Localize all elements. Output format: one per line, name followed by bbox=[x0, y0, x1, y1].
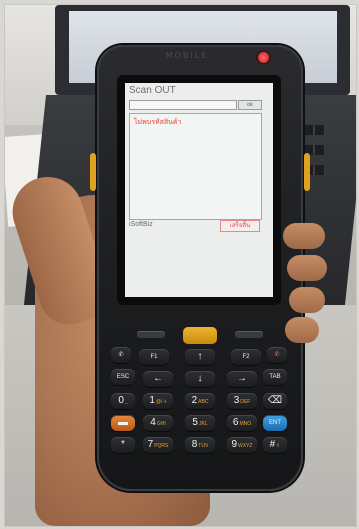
right-scan-side-button[interactable] bbox=[304, 153, 310, 191]
app-footer-label: iSoftBiz bbox=[129, 221, 153, 228]
left-soft-key[interactable] bbox=[137, 331, 165, 338]
key-4-sub: GHI bbox=[156, 421, 166, 427]
key-7-sub: PQRS bbox=[154, 443, 169, 449]
scan-trigger-key[interactable] bbox=[183, 327, 217, 344]
key-7-label: 7 bbox=[147, 439, 154, 450]
phone-icon: ✆ bbox=[118, 352, 124, 358]
finish-button[interactable]: เสร็จสิ้น bbox=[220, 220, 260, 232]
esc-key[interactable]: ESC bbox=[111, 369, 135, 385]
f2-key[interactable]: F2 bbox=[231, 349, 261, 365]
left-key[interactable]: ← bbox=[143, 371, 173, 387]
function-icon: ▬ bbox=[118, 417, 128, 428]
key-1-sub: @/.+ bbox=[155, 399, 167, 405]
error-message: ไม่พบรหัสสินค้า bbox=[134, 119, 182, 126]
device-screen: Scan OUT ok ไม่พบรหัสสินค้า iSoftBiz เสร… bbox=[125, 83, 273, 297]
key-8-label: 8 bbox=[191, 439, 198, 450]
key-6-sub: MNO bbox=[239, 421, 252, 427]
photo-frame: MOBILE Scan OUT ok ไม่พบรหัสสินค้า iSoft… bbox=[4, 4, 357, 527]
key-8[interactable]: 8TUV bbox=[185, 437, 215, 453]
backspace-icon: ⌫ bbox=[267, 395, 283, 406]
scan-result-list[interactable]: ไม่พบรหัสสินค้า bbox=[129, 113, 262, 220]
key-2-sub: ABC bbox=[198, 399, 209, 405]
key-3-sub: DEF bbox=[240, 399, 251, 405]
key-1-label: 1 bbox=[149, 395, 155, 406]
handheld-scanner: MOBILE Scan OUT ok ไม่พบรหัสสินค้า iSoft… bbox=[90, 45, 310, 491]
key-1[interactable]: 1@/.+ bbox=[143, 393, 173, 409]
key-0-label: 0 bbox=[118, 395, 124, 406]
key-4-label: 4 bbox=[150, 417, 156, 428]
down-key[interactable]: ↓ bbox=[185, 371, 215, 387]
enter-key[interactable]: ENT bbox=[263, 415, 287, 431]
key-3-label: 3 bbox=[233, 395, 240, 406]
key-8-sub: TUV bbox=[198, 443, 209, 449]
end-call-icon: ✆ bbox=[274, 352, 280, 358]
call-key[interactable]: ✆ bbox=[111, 347, 131, 363]
key-9-sub: WXYZ bbox=[238, 443, 253, 449]
ok-button[interactable]: ok bbox=[238, 100, 262, 110]
barcode-input[interactable] bbox=[129, 100, 237, 110]
finger bbox=[285, 317, 319, 343]
end-call-key[interactable]: ✆ bbox=[267, 347, 287, 363]
key-6[interactable]: 6MNO bbox=[227, 415, 257, 431]
tab-key[interactable]: TAB bbox=[263, 369, 287, 385]
key-2-label: 2 bbox=[191, 395, 198, 406]
key-0-sub: _ bbox=[124, 399, 128, 405]
finger bbox=[287, 255, 327, 281]
power-button[interactable] bbox=[258, 52, 269, 63]
hash-key[interactable]: #⇧ bbox=[263, 437, 287, 453]
function-key[interactable]: ▬ bbox=[111, 415, 135, 431]
right-key[interactable]: → bbox=[227, 371, 257, 387]
key-9-label: 9 bbox=[231, 439, 238, 450]
key-5[interactable]: 5JKL bbox=[185, 415, 215, 431]
f1-key[interactable]: F1 bbox=[139, 349, 169, 365]
key-2[interactable]: 2ABC bbox=[185, 393, 215, 409]
screen-bezel: Scan OUT ok ไม่พบรหัสสินค้า iSoftBiz เสร… bbox=[117, 75, 281, 305]
shift-icon: ⇧ bbox=[276, 443, 281, 449]
key-7[interactable]: 7PQRS bbox=[143, 437, 173, 453]
up-key[interactable]: ↑ bbox=[185, 349, 215, 365]
key-6-label: 6 bbox=[232, 417, 239, 428]
key-3[interactable]: 3DEF bbox=[227, 393, 257, 409]
finger bbox=[289, 287, 325, 313]
backspace-key[interactable]: ⌫ bbox=[263, 393, 287, 409]
star-key[interactable]: * bbox=[111, 437, 135, 453]
app-title: Scan OUT bbox=[129, 85, 176, 96]
key-5-sub: JKL bbox=[198, 421, 208, 427]
hash-label: # bbox=[269, 439, 276, 450]
finger bbox=[283, 223, 325, 249]
key-9[interactable]: 9WXYZ bbox=[227, 437, 257, 453]
key-4[interactable]: 4GHI bbox=[143, 415, 173, 431]
key-0[interactable]: 0_ bbox=[111, 393, 135, 409]
left-scan-side-button[interactable] bbox=[90, 153, 96, 191]
key-5-label: 5 bbox=[192, 417, 198, 428]
device-brand: MOBILE bbox=[165, 51, 209, 60]
keypad: ✆ F1 ↑ F2 ✆ ESC ← ↓ → TAB 0_ 1@/.+ 2ABC … bbox=[109, 325, 291, 485]
right-soft-key[interactable] bbox=[235, 331, 263, 338]
